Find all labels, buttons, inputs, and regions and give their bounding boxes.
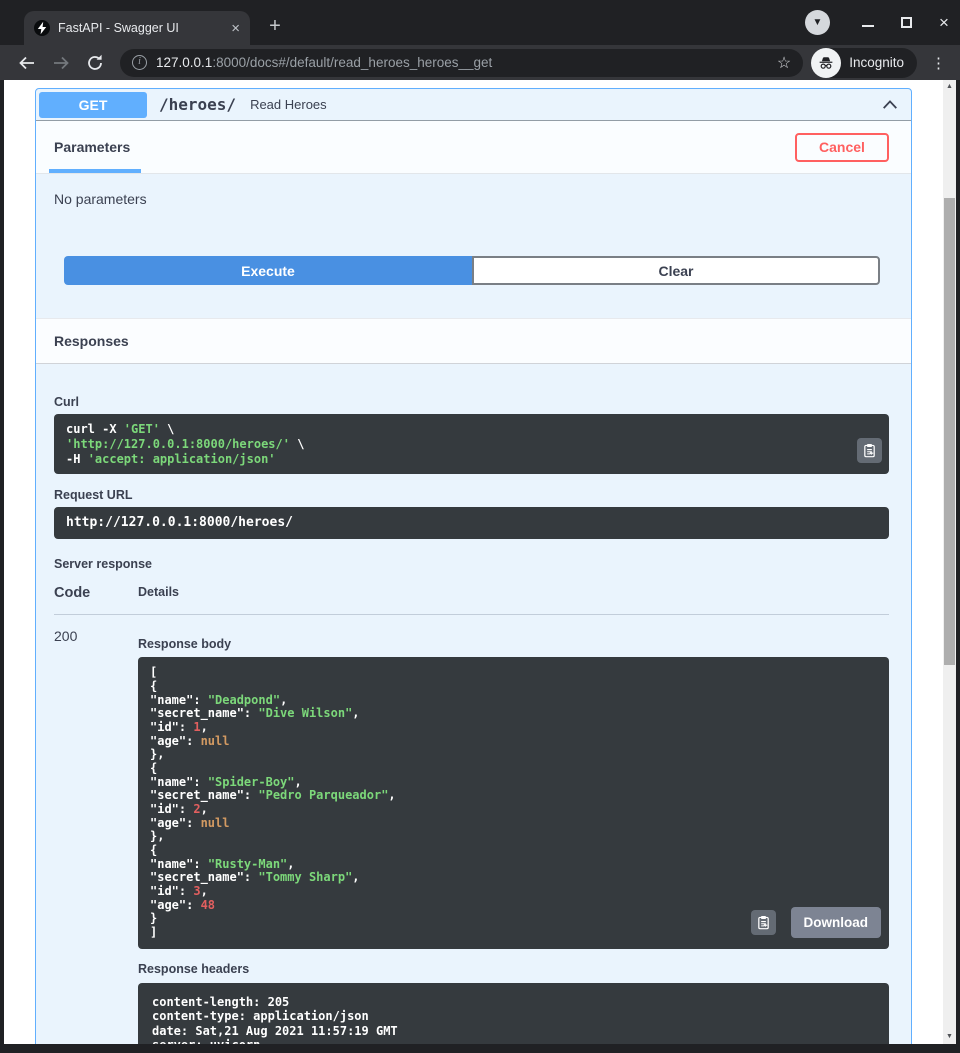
responses-header: Responses: [36, 318, 911, 364]
window-controls: ▼ ×: [805, 10, 952, 35]
tab-search-button[interactable]: ▼: [805, 10, 830, 35]
details-column-header: Details: [138, 585, 179, 601]
bookmark-star-icon[interactable]: ☆: [777, 53, 791, 73]
method-badge: GET: [39, 92, 147, 118]
reload-button[interactable]: [85, 53, 105, 73]
operation-path: /heroes/: [159, 95, 236, 114]
server-response-label: Server response: [36, 539, 911, 571]
collapse-chevron-icon[interactable]: [881, 96, 899, 114]
parameters-header: Parameters Cancel: [36, 121, 911, 174]
browser-tab[interactable]: FastAPI - Swagger UI ×: [24, 11, 250, 45]
browser-toolbar: i 127.0.0.1:8000/docs#/default/read_hero…: [0, 45, 960, 80]
scrollbar-up-icon[interactable]: ▲: [943, 80, 956, 94]
responses-title: Responses: [54, 333, 129, 349]
request-url-value: http://127.0.0.1:8000/heroes/: [54, 507, 889, 539]
request-url-section: Request URL http://127.0.0.1:8000/heroes…: [36, 474, 911, 539]
tab-title: FastAPI - Swagger UI: [58, 21, 223, 35]
incognito-badge: Incognito: [811, 48, 917, 78]
status-code: 200: [54, 628, 138, 1044]
back-button[interactable]: [17, 53, 37, 73]
request-url-label: Request URL: [54, 488, 889, 502]
browser-menu-icon[interactable]: ⋮: [931, 54, 946, 72]
code-column-header: Code: [54, 585, 138, 601]
forward-button[interactable]: [51, 53, 71, 73]
tab-close-icon[interactable]: ×: [231, 21, 240, 36]
response-headers-label: Response headers: [138, 962, 889, 976]
url-host: 127.0.0.1: [156, 55, 212, 70]
curl-label: Curl: [54, 395, 889, 409]
tab-strip: FastAPI - Swagger UI × + ▼ ×: [0, 0, 960, 45]
copy-response-icon[interactable]: [751, 910, 776, 935]
response-details: Response body Download [ { "name": "Dead…: [138, 628, 889, 1044]
parameters-title[interactable]: Parameters: [54, 139, 130, 155]
page-content: GET /heroes/ Read Heroes Parameters Canc…: [4, 80, 956, 1044]
response-body-actions: Download: [751, 907, 882, 938]
site-info-icon[interactable]: i: [132, 55, 147, 70]
copy-curl-icon[interactable]: [857, 438, 882, 463]
url-bar[interactable]: i 127.0.0.1:8000/docs#/default/read_hero…: [120, 49, 803, 77]
scrollbar-down-icon[interactable]: ▼: [943, 1030, 956, 1044]
url-path: :8000/docs#/default/read_heroes_heroes__…: [212, 55, 492, 70]
response-table-header: Code Details: [54, 585, 889, 615]
incognito-label: Incognito: [849, 55, 904, 70]
opblock-get-heroes: GET /heroes/ Read Heroes Parameters Canc…: [35, 88, 912, 1044]
curl-command: curl -X 'GET' \ 'http://127.0.0.1:8000/h…: [54, 414, 889, 474]
no-parameters-text: No parameters: [36, 174, 911, 207]
cancel-button[interactable]: Cancel: [795, 133, 889, 162]
response-body-json: Download [ { "name": "Deadpond", "secret…: [138, 657, 889, 948]
operation-summary: Read Heroes: [250, 97, 327, 112]
clear-button[interactable]: Clear: [472, 256, 880, 285]
url-text[interactable]: 127.0.0.1:8000/docs#/default/read_heroes…: [156, 55, 768, 70]
new-tab-button[interactable]: +: [262, 14, 288, 40]
scrollbar-thumb[interactable]: [944, 198, 955, 665]
active-tab-underline: [49, 169, 141, 173]
execute-row: Execute Clear: [64, 256, 880, 285]
response-body-label: Response body: [138, 637, 889, 651]
execute-button[interactable]: Execute: [64, 256, 472, 285]
operation-header[interactable]: GET /heroes/ Read Heroes: [36, 89, 911, 121]
response-row: 200 Response body Download [ { "name": "…: [54, 615, 889, 1044]
window-close-button[interactable]: ×: [936, 13, 952, 33]
incognito-icon: [811, 48, 841, 78]
download-button[interactable]: Download: [791, 907, 882, 938]
minimize-button[interactable]: [860, 15, 876, 31]
page-scrollbar[interactable]: ▲ ▼: [943, 80, 956, 1044]
response-headers-block: content-length: 205content-type: applica…: [138, 983, 889, 1044]
fastapi-favicon-icon: [34, 20, 50, 36]
maximize-button[interactable]: [898, 15, 914, 31]
curl-section: Curl curl -X 'GET' \ 'http://127.0.0.1:8…: [36, 364, 911, 474]
